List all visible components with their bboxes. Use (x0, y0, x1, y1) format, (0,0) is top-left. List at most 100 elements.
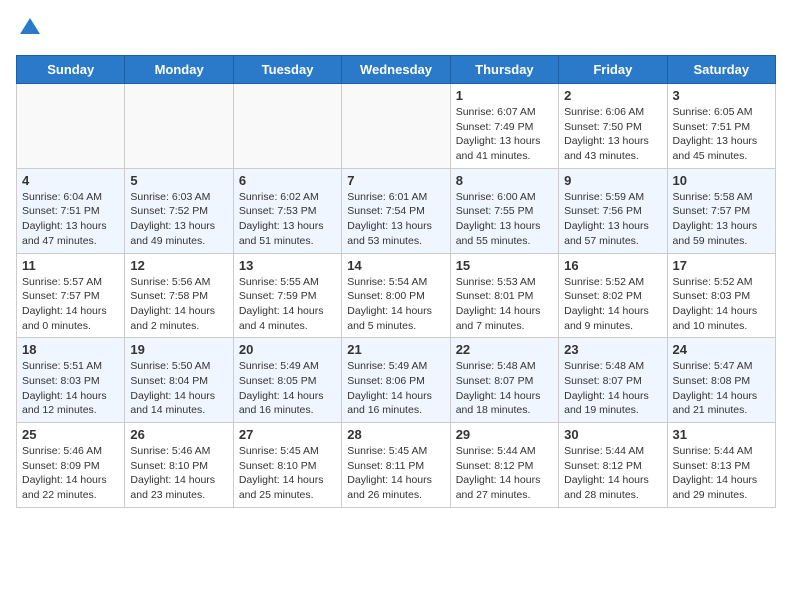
day-number: 23 (564, 342, 661, 357)
day-info: Sunrise: 5:45 AMSunset: 8:10 PMDaylight:… (239, 444, 336, 503)
calendar-empty-cell (17, 84, 125, 169)
day-number: 5 (130, 173, 227, 188)
day-number: 8 (456, 173, 553, 188)
day-number: 27 (239, 427, 336, 442)
calendar-day-4: 4 Sunrise: 6:04 AMSunset: 7:51 PMDaylight… (17, 168, 125, 253)
day-info: Sunrise: 5:58 AMSunset: 7:57 PMDaylight:… (673, 190, 770, 249)
day-info: Sunrise: 5:55 AMSunset: 7:59 PMDaylight:… (239, 275, 336, 334)
day-info: Sunrise: 5:52 AMSunset: 8:02 PMDaylight:… (564, 275, 661, 334)
calendar-day-7: 7 Sunrise: 6:01 AMSunset: 7:54 PMDaylight… (342, 168, 450, 253)
calendar-day-1: 1Sunrise: 6:07 AMSunset: 7:49 PMDaylight… (450, 84, 558, 169)
day-info: Sunrise: 6:02 AMSunset: 7:53 PMDaylight:… (239, 190, 336, 249)
calendar-day-23: 23 Sunrise: 5:48 AMSunset: 8:07 PMDayligh… (559, 338, 667, 423)
weekday-header-friday: Friday (559, 56, 667, 84)
logo-icon (18, 16, 42, 40)
logo-text (16, 16, 42, 45)
weekday-header-monday: Monday (125, 56, 233, 84)
day-number: 22 (456, 342, 553, 357)
day-number: 15 (456, 258, 553, 273)
calendar-week-row: 25Sunrise: 5:46 AMSunset: 8:09 PMDayligh… (17, 423, 776, 508)
day-number: 21 (347, 342, 444, 357)
calendar-day-19: 19 Sunrise: 5:50 AMSunset: 8:04 PMDayligh… (125, 338, 233, 423)
calendar-day-24: 24 Sunrise: 5:47 AMSunset: 8:08 PMDayligh… (667, 338, 775, 423)
day-info: Sunrise: 5:51 AMSunset: 8:03 PMDaylight:… (22, 359, 119, 418)
calendar-empty-cell (125, 84, 233, 169)
calendar-day-21: 21 Sunrise: 5:49 AMSunset: 8:06 PMDayligh… (342, 338, 450, 423)
day-info: Sunrise: 5:46 AMSunset: 8:09 PMDaylight:… (22, 444, 119, 503)
day-number: 3 (673, 88, 770, 103)
weekday-header-tuesday: Tuesday (233, 56, 341, 84)
calendar-day-29: 29 Sunrise: 5:44 AMSunset: 8:12 PMDayligh… (450, 423, 558, 508)
calendar-day-2: 2 Sunrise: 6:06 AMSunset: 7:50 PMDaylight… (559, 84, 667, 169)
day-info: Sunrise: 5:47 AMSunset: 8:08 PMDaylight:… (673, 359, 770, 418)
day-info: Sunrise: 6:03 AMSunset: 7:52 PMDaylight:… (130, 190, 227, 249)
day-number: 31 (673, 427, 770, 442)
calendar-empty-cell (342, 84, 450, 169)
day-info: Sunrise: 5:50 AMSunset: 8:04 PMDaylight:… (130, 359, 227, 418)
day-number: 28 (347, 427, 444, 442)
weekday-header-saturday: Saturday (667, 56, 775, 84)
weekday-header-wednesday: Wednesday (342, 56, 450, 84)
calendar-day-22: 22 Sunrise: 5:48 AMSunset: 8:07 PMDayligh… (450, 338, 558, 423)
day-info: Sunrise: 5:49 AMSunset: 8:05 PMDaylight:… (239, 359, 336, 418)
calendar-day-9: 9 Sunrise: 5:59 AMSunset: 7:56 PMDaylight… (559, 168, 667, 253)
day-info: Sunrise: 6:01 AMSunset: 7:54 PMDaylight:… (347, 190, 444, 249)
day-number: 24 (673, 342, 770, 357)
day-number: 26 (130, 427, 227, 442)
day-info: Sunrise: 5:52 AMSunset: 8:03 PMDaylight:… (673, 275, 770, 334)
day-number: 20 (239, 342, 336, 357)
calendar-day-15: 15Sunrise: 5:53 AMSunset: 8:01 PMDayligh… (450, 253, 558, 338)
day-info: Sunrise: 5:49 AMSunset: 8:06 PMDaylight:… (347, 359, 444, 418)
day-info: Sunrise: 5:54 AMSunset: 8:00 PMDaylight:… (347, 275, 444, 334)
day-number: 11 (22, 258, 119, 273)
day-number: 17 (673, 258, 770, 273)
calendar-day-8: 8Sunrise: 6:00 AMSunset: 7:55 PMDaylight… (450, 168, 558, 253)
day-info: Sunrise: 5:44 AMSunset: 8:12 PMDaylight:… (564, 444, 661, 503)
day-info: Sunrise: 6:04 AMSunset: 7:51 PMDaylight:… (22, 190, 119, 249)
calendar-day-25: 25Sunrise: 5:46 AMSunset: 8:09 PMDayligh… (17, 423, 125, 508)
calendar-empty-cell (233, 84, 341, 169)
day-info: Sunrise: 5:44 AMSunset: 8:12 PMDaylight:… (456, 444, 553, 503)
calendar-day-28: 28 Sunrise: 5:45 AMSunset: 8:11 PMDayligh… (342, 423, 450, 508)
day-number: 30 (564, 427, 661, 442)
calendar-day-27: 27 Sunrise: 5:45 AMSunset: 8:10 PMDayligh… (233, 423, 341, 508)
calendar-day-5: 5 Sunrise: 6:03 AMSunset: 7:52 PMDaylight… (125, 168, 233, 253)
day-number: 4 (22, 173, 119, 188)
day-info: Sunrise: 5:56 AMSunset: 7:58 PMDaylight:… (130, 275, 227, 334)
calendar-day-6: 6 Sunrise: 6:02 AMSunset: 7:53 PMDaylight… (233, 168, 341, 253)
calendar-day-13: 13Sunrise: 5:55 AMSunset: 7:59 PMDayligh… (233, 253, 341, 338)
calendar-table: SundayMondayTuesdayWednesdayThursdayFrid… (16, 55, 776, 508)
day-info: Sunrise: 5:48 AMSunset: 8:07 PMDaylight:… (564, 359, 661, 418)
calendar-week-row: 4 Sunrise: 6:04 AMSunset: 7:51 PMDaylight… (17, 168, 776, 253)
weekday-header-sunday: Sunday (17, 56, 125, 84)
day-number: 2 (564, 88, 661, 103)
day-number: 19 (130, 342, 227, 357)
day-info: Sunrise: 6:06 AMSunset: 7:50 PMDaylight:… (564, 105, 661, 164)
page-header (16, 16, 776, 45)
calendar-week-row: 11 Sunrise: 5:57 AMSunset: 7:57 PMDayligh… (17, 253, 776, 338)
day-number: 29 (456, 427, 553, 442)
weekday-header-row: SundayMondayTuesdayWednesdayThursdayFrid… (17, 56, 776, 84)
day-number: 7 (347, 173, 444, 188)
calendar-day-11: 11 Sunrise: 5:57 AMSunset: 7:57 PMDayligh… (17, 253, 125, 338)
day-number: 6 (239, 173, 336, 188)
logo (16, 16, 42, 45)
calendar-day-17: 17 Sunrise: 5:52 AMSunset: 8:03 PMDayligh… (667, 253, 775, 338)
day-info: Sunrise: 5:48 AMSunset: 8:07 PMDaylight:… (456, 359, 553, 418)
day-info: Sunrise: 5:45 AMSunset: 8:11 PMDaylight:… (347, 444, 444, 503)
day-info: Sunrise: 5:44 AMSunset: 8:13 PMDaylight:… (673, 444, 770, 503)
day-number: 16 (564, 258, 661, 273)
calendar-day-20: 20 Sunrise: 5:49 AMSunset: 8:05 PMDayligh… (233, 338, 341, 423)
calendar-day-30: 30 Sunrise: 5:44 AMSunset: 8:12 PMDayligh… (559, 423, 667, 508)
calendar-week-row: 18Sunrise: 5:51 AMSunset: 8:03 PMDayligh… (17, 338, 776, 423)
calendar-day-31: 31 Sunrise: 5:44 AMSunset: 8:13 PMDayligh… (667, 423, 775, 508)
day-number: 9 (564, 173, 661, 188)
calendar-day-12: 12Sunrise: 5:56 AMSunset: 7:58 PMDayligh… (125, 253, 233, 338)
day-info: Sunrise: 6:07 AMSunset: 7:49 PMDaylight:… (456, 105, 553, 164)
calendar-day-16: 16 Sunrise: 5:52 AMSunset: 8:02 PMDayligh… (559, 253, 667, 338)
calendar-day-14: 14 Sunrise: 5:54 AMSunset: 8:00 PMDayligh… (342, 253, 450, 338)
day-info: Sunrise: 5:57 AMSunset: 7:57 PMDaylight:… (22, 275, 119, 334)
calendar-day-3: 3Sunrise: 6:05 AMSunset: 7:51 PMDaylight… (667, 84, 775, 169)
day-info: Sunrise: 5:59 AMSunset: 7:56 PMDaylight:… (564, 190, 661, 249)
day-number: 14 (347, 258, 444, 273)
